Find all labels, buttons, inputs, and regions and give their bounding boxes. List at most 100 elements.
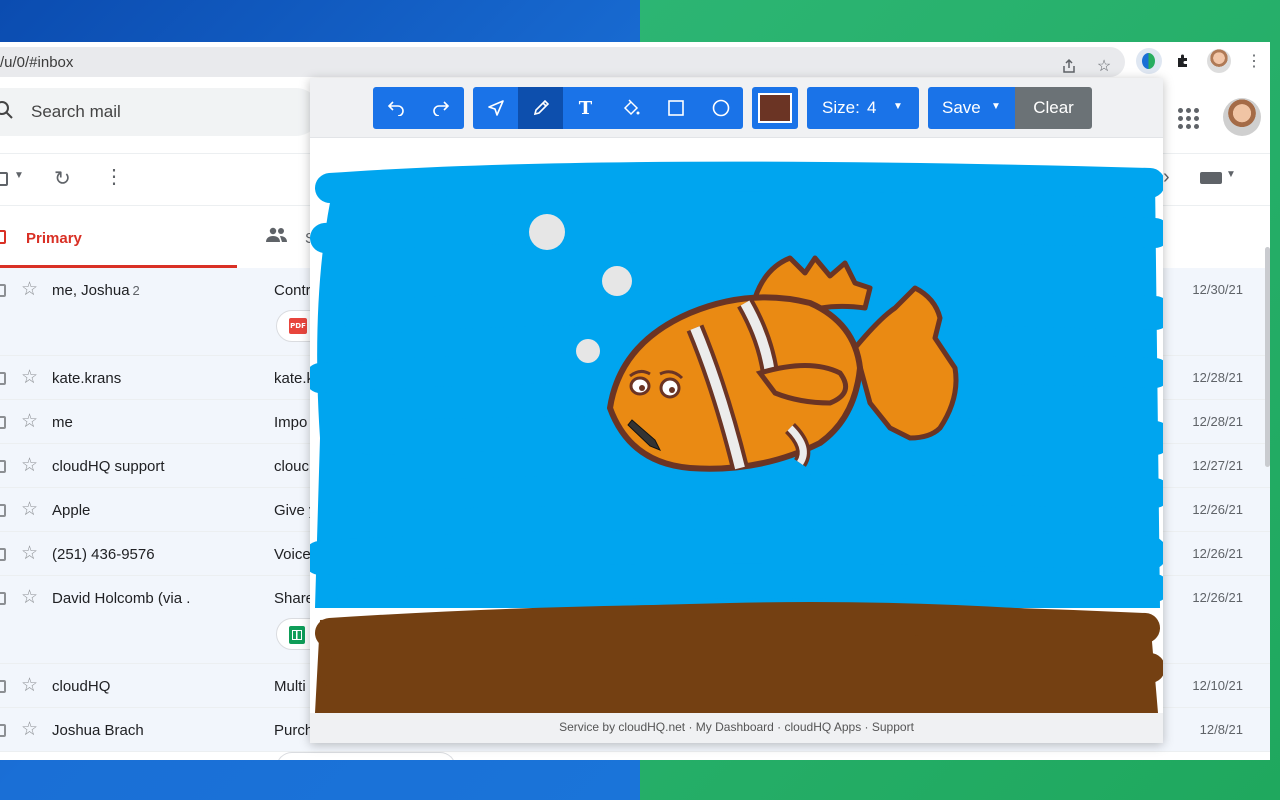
undo-button[interactable] — [373, 87, 418, 129]
keyboard-icon[interactable] — [1200, 172, 1222, 184]
next-page-icon[interactable]: › — [1163, 166, 1170, 189]
row-checkbox[interactable] — [0, 284, 6, 297]
search-icon[interactable] — [0, 100, 14, 126]
email-sender: Apple — [52, 502, 91, 519]
email-date: 12/26/21 — [1192, 502, 1243, 517]
circle-tool-button[interactable] — [698, 87, 743, 129]
row-checkbox[interactable] — [0, 372, 6, 385]
row-checkbox[interactable] — [0, 724, 6, 737]
url-text[interactable]: /u/0/#inbox — [0, 54, 73, 71]
account-avatar[interactable] — [1223, 98, 1261, 136]
bookmark-star-icon[interactable]: ☆ — [1091, 53, 1117, 79]
rectangle-icon — [667, 100, 684, 116]
water-stroke — [315, 161, 1163, 203]
star-icon[interactable]: ☆ — [21, 586, 38, 609]
clear-button[interactable]: Clear — [1015, 87, 1092, 129]
email-subject: Voice — [274, 546, 311, 563]
cloudhq-extension-icon[interactable] — [1136, 48, 1162, 74]
current-color-swatch — [758, 93, 792, 123]
pdf-icon: PDF — [289, 318, 307, 334]
bubble — [576, 339, 600, 363]
email-sender: me, Joshua 2 — [52, 282, 140, 299]
scrollbar[interactable] — [1265, 247, 1270, 467]
select-caret-icon[interactable]: ▼ — [14, 170, 24, 181]
drawing-panel: T Size: 4 ▼ Save ▼ Clear Service by clou… — [310, 78, 1163, 743]
email-date: 12/26/21 — [1192, 546, 1243, 561]
bubble — [529, 214, 565, 250]
bubble — [602, 266, 632, 296]
pointer-icon — [487, 100, 504, 116]
star-icon[interactable]: ☆ — [21, 542, 38, 565]
sand-stroke — [320, 649, 1163, 688]
water-stroke — [310, 211, 1163, 253]
puzzle-icon[interactable] — [1170, 48, 1196, 74]
star-icon[interactable]: ☆ — [21, 366, 38, 389]
row-checkbox[interactable] — [0, 460, 6, 473]
circle-icon — [712, 99, 729, 117]
inbox-icon — [0, 230, 6, 244]
email-sender: me — [52, 414, 73, 431]
tab-primary-label: Primary — [26, 230, 82, 247]
save-button[interactable]: Save ▼ — [928, 87, 1015, 129]
social-people-icon[interactable] — [266, 227, 288, 248]
star-icon[interactable]: ☆ — [21, 498, 38, 521]
email-sender: kate.krans — [52, 370, 122, 387]
tab-primary[interactable]: Primary — [0, 206, 237, 268]
search-input[interactable]: Search mail — [0, 88, 320, 136]
more-options-icon[interactable]: ⋮ — [104, 164, 124, 189]
kebab-menu-icon[interactable]: ⋮ — [1241, 48, 1267, 74]
size-dropdown[interactable]: Size: 4 ▼ — [807, 87, 919, 129]
star-icon[interactable]: ☆ — [21, 454, 38, 477]
refresh-icon[interactable]: ↻ — [54, 166, 71, 191]
star-icon[interactable]: ☆ — [21, 674, 38, 697]
pencil-icon — [533, 99, 549, 116]
email-date: 12/28/21 — [1192, 414, 1243, 429]
drawing-canvas[interactable] — [310, 138, 1163, 713]
row-checkbox[interactable] — [0, 592, 6, 605]
text-tool-icon: T — [578, 97, 593, 119]
star-icon[interactable]: ☆ — [21, 410, 38, 433]
undo-icon — [387, 101, 404, 116]
attachment-chip[interactable] — [276, 752, 456, 760]
panel-footer: Service by cloudHQ.net · My Dashboard · … — [310, 713, 1163, 743]
star-icon[interactable]: ☆ — [21, 278, 38, 301]
history-group — [373, 87, 464, 129]
sheets-icon — [289, 626, 305, 644]
tools-group: T — [473, 87, 743, 129]
row-checkbox[interactable] — [0, 680, 6, 693]
email-date: 12/10/21 — [1192, 678, 1243, 693]
rectangle-tool-button[interactable] — [653, 87, 698, 129]
fish-pupil — [669, 387, 675, 393]
email-sender: (251) 436-9576 — [52, 546, 155, 563]
thread-count: 2 — [132, 283, 140, 298]
select-all-checkbox[interactable] — [0, 172, 8, 186]
save-label: Save — [942, 98, 981, 117]
text-tool-button[interactable]: T — [563, 87, 608, 129]
water-stroke — [345, 474, 1163, 513]
fill-tool-button[interactable] — [608, 87, 653, 129]
email-date: 12/30/21 — [1192, 282, 1243, 297]
row-checkbox[interactable] — [0, 504, 6, 517]
row-checkbox[interactable] — [0, 548, 6, 561]
color-picker-button[interactable] — [752, 87, 798, 129]
redo-button[interactable] — [418, 87, 463, 129]
email-subject: Multi — [274, 678, 306, 695]
pencil-tool-button[interactable] — [518, 87, 563, 129]
row-checkbox[interactable] — [0, 416, 6, 429]
email-subject: Impo — [274, 414, 308, 431]
address-bar[interactable]: /u/0/#inbox ☆ — [0, 47, 1125, 77]
select-tool-button[interactable] — [473, 87, 518, 129]
keyboard-caret-icon[interactable]: ▼ — [1226, 169, 1236, 180]
size-value: 4 — [867, 98, 877, 117]
star-icon[interactable]: ☆ — [21, 718, 38, 741]
sand-stroke — [315, 604, 1160, 648]
paint-bucket-icon — [623, 99, 639, 116]
sand-strokes — [315, 602, 1163, 713]
email-subject: Share — [274, 590, 315, 607]
share-icon[interactable] — [1056, 53, 1082, 79]
water-stroke — [310, 529, 1163, 575]
water-stroke — [336, 570, 1163, 607]
google-apps-icon[interactable] — [1175, 105, 1201, 131]
email-date: 12/26/21 — [1192, 590, 1243, 605]
profile-avatar[interactable] — [1207, 49, 1231, 73]
